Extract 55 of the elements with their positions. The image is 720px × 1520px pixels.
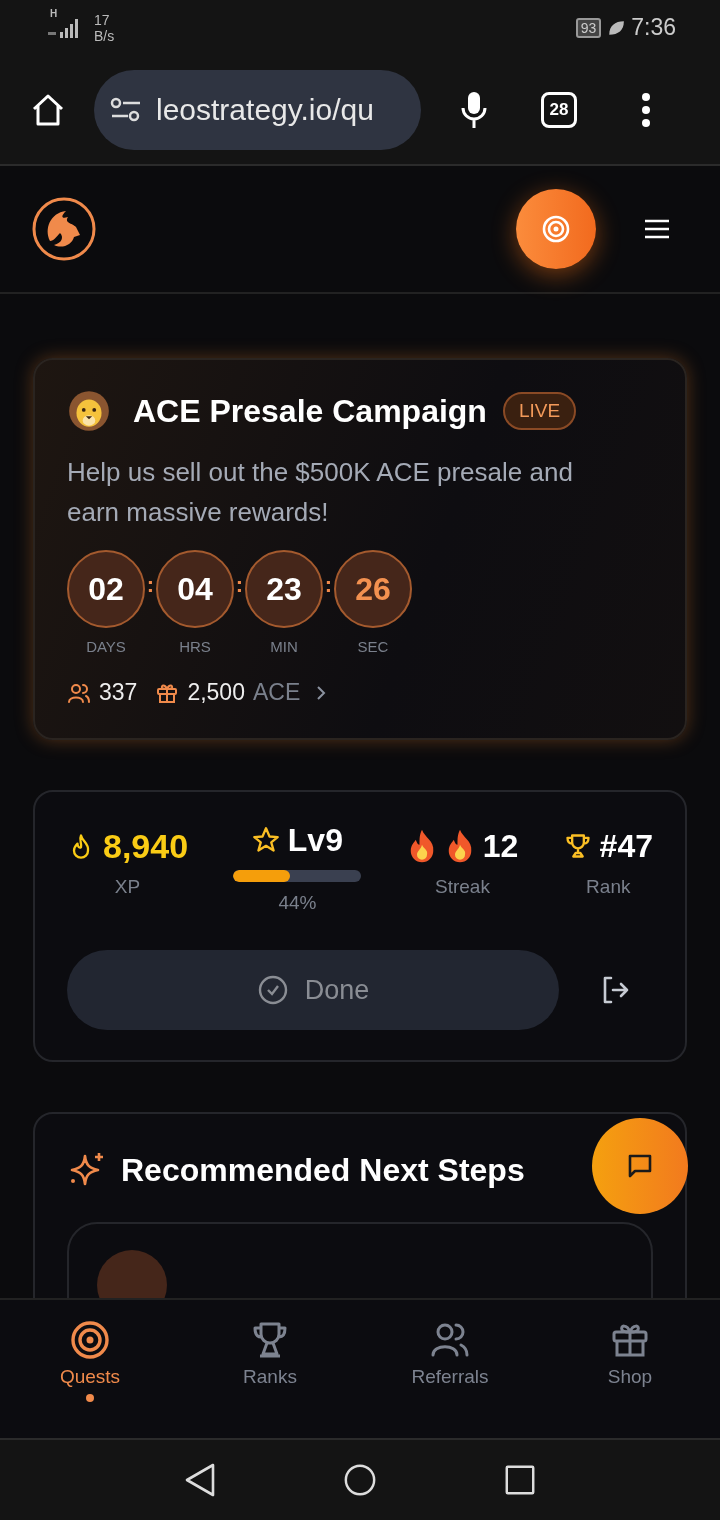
rank-label: Rank	[586, 876, 631, 898]
nav-tab[interactable]: Quests	[30, 1320, 150, 1402]
tab-count-button[interactable]: 28	[541, 91, 577, 128]
lion-logo-icon[interactable]	[32, 197, 96, 261]
chat-icon	[626, 1152, 654, 1180]
target-icon	[70, 1320, 110, 1360]
level-value: Lv9	[287, 821, 343, 859]
participant-count: 337	[99, 679, 138, 706]
countdown-value: 23	[245, 550, 323, 628]
lion-icon	[67, 388, 111, 434]
reward-unit: ACE	[252, 679, 301, 706]
countdown-value: 04	[156, 550, 234, 628]
level-percent: 44%	[278, 892, 317, 914]
section-title: Recommended Next Steps	[121, 1151, 525, 1189]
clock: 7:36	[631, 14, 676, 41]
address-bar[interactable]: leostrategy.io/qu	[94, 69, 421, 150]
nav-tab[interactable]: Ranks	[210, 1320, 330, 1402]
campaign-description: Help us sell out the $500K ACE presale and earn massive rewards!	[67, 456, 574, 529]
leaf-icon	[607, 18, 626, 37]
streak-label: Streak	[435, 876, 490, 898]
more-options-icon[interactable]	[641, 91, 651, 128]
xp-label: XP	[114, 876, 141, 898]
target-button[interactable]	[516, 189, 596, 269]
countdown-separator: :	[323, 572, 334, 598]
countdown-label: MIN	[270, 638, 298, 655]
live-badge: LIVE	[502, 392, 577, 430]
chevron-right-icon[interactable]	[316, 684, 327, 701]
target-icon	[540, 213, 572, 245]
trophy-icon	[563, 832, 592, 860]
battery-level: 93	[575, 17, 602, 38]
countdown-separator: :	[145, 572, 156, 598]
back-icon[interactable]	[183, 1462, 217, 1498]
reward-amount: 2,500	[187, 679, 245, 706]
campaign-title: ACE Presale Campaign	[133, 392, 487, 430]
nav-tab[interactable]: Referrals	[390, 1320, 510, 1402]
network-speed: 17	[94, 11, 111, 28]
home-circle-icon[interactable]	[343, 1462, 377, 1498]
star-icon	[251, 826, 280, 854]
countdown-value: 26	[334, 550, 412, 628]
nav-tab[interactable]: Shop	[570, 1320, 690, 1402]
site-settings-icon[interactable]	[110, 95, 142, 124]
rank-value: #47	[599, 827, 653, 865]
speed-unit: B/s	[94, 27, 115, 44]
countdown-value: 02	[67, 550, 145, 628]
active-dot	[86, 1394, 94, 1402]
countdown-label: DAYS	[86, 638, 126, 655]
streak-value: 12	[482, 827, 519, 865]
network-type: H	[50, 7, 58, 19]
menu-icon[interactable]	[644, 219, 670, 239]
microphone-icon[interactable]	[459, 89, 489, 130]
countdown-label: HRS	[179, 638, 211, 655]
xp-value: 8,940	[103, 826, 189, 866]
countdown-separator: :	[234, 572, 245, 598]
countdown-label: SEC	[357, 638, 389, 655]
check-circle-icon	[256, 974, 289, 1006]
